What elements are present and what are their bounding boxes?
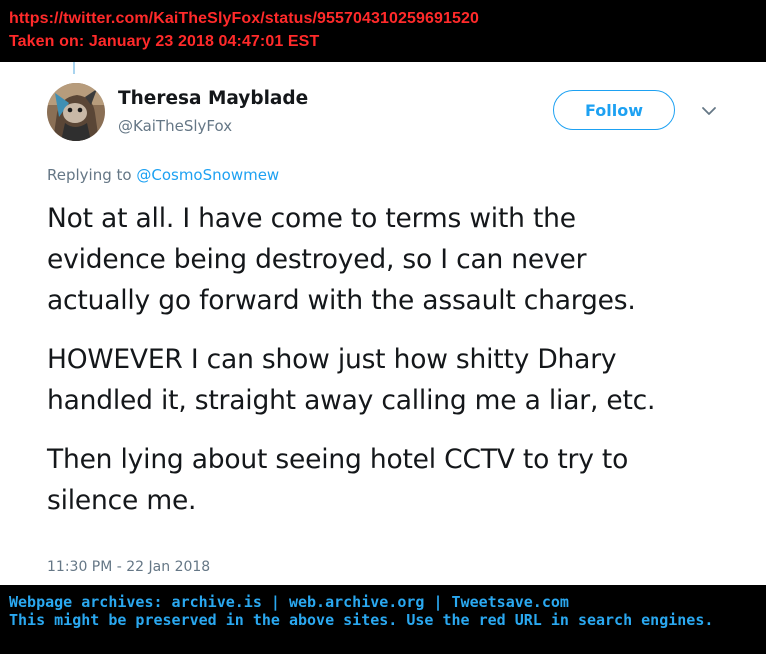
tweet-timestamp[interactable]: 11:30 PM - 22 Jan 2018	[47, 559, 210, 575]
tweet-paragraph: Then lying about seeing hotel CCTV to tr…	[47, 439, 747, 521]
archive-footer: Webpage archives: archive.is | web.archi…	[0, 585, 766, 654]
tweet-text: Not at all. I have come to terms with th…	[47, 198, 747, 521]
replying-to: Replying to @CosmoSnowmew	[47, 166, 279, 184]
source-url: https://twitter.com/KaiTheSlyFox/status/…	[9, 10, 480, 27]
follow-button[interactable]: Follow	[553, 90, 675, 130]
tweet-paragraph: Not at all. I have come to terms with th…	[47, 198, 747, 321]
avatar[interactable]	[47, 83, 105, 141]
tweet-line: HOWEVER I can show just how shitty Dhary	[47, 344, 617, 375]
user-handle[interactable]: @KaiTheSlyFox	[118, 117, 232, 135]
archive-header: https://twitter.com/KaiTheSlyFox/status/…	[0, 0, 766, 62]
tweet-line: evidence being destroyed, so I can never	[47, 244, 587, 275]
tweet-paragraph: HOWEVER I can show just how shitty Dhary…	[47, 339, 747, 421]
archive-sites-note: Webpage archives: archive.is | web.archi…	[9, 593, 569, 611]
tweet-line: Not at all. I have come to terms with th…	[47, 203, 576, 234]
reply-mention-link[interactable]: @CosmoSnowmew	[136, 166, 279, 184]
tweet-line: silence me.	[47, 485, 197, 516]
display-name[interactable]: Theresa Mayblade	[118, 88, 308, 109]
tweet-line: Then lying about seeing hotel CCTV to tr…	[47, 444, 629, 475]
tweet-line: actually go forward with the assault cha…	[47, 285, 636, 316]
tweet-line: handled it, straight away calling me a l…	[47, 385, 656, 416]
replying-to-label: Replying to	[47, 166, 132, 184]
preservation-note: This might be preserved in the above sit…	[9, 611, 714, 629]
chevron-down-icon[interactable]	[700, 102, 718, 120]
thread-connector-line	[73, 62, 75, 74]
capture-timestamp: Taken on: January 23 2018 04:47:01 EST	[9, 33, 320, 50]
avatar-image	[47, 83, 105, 141]
